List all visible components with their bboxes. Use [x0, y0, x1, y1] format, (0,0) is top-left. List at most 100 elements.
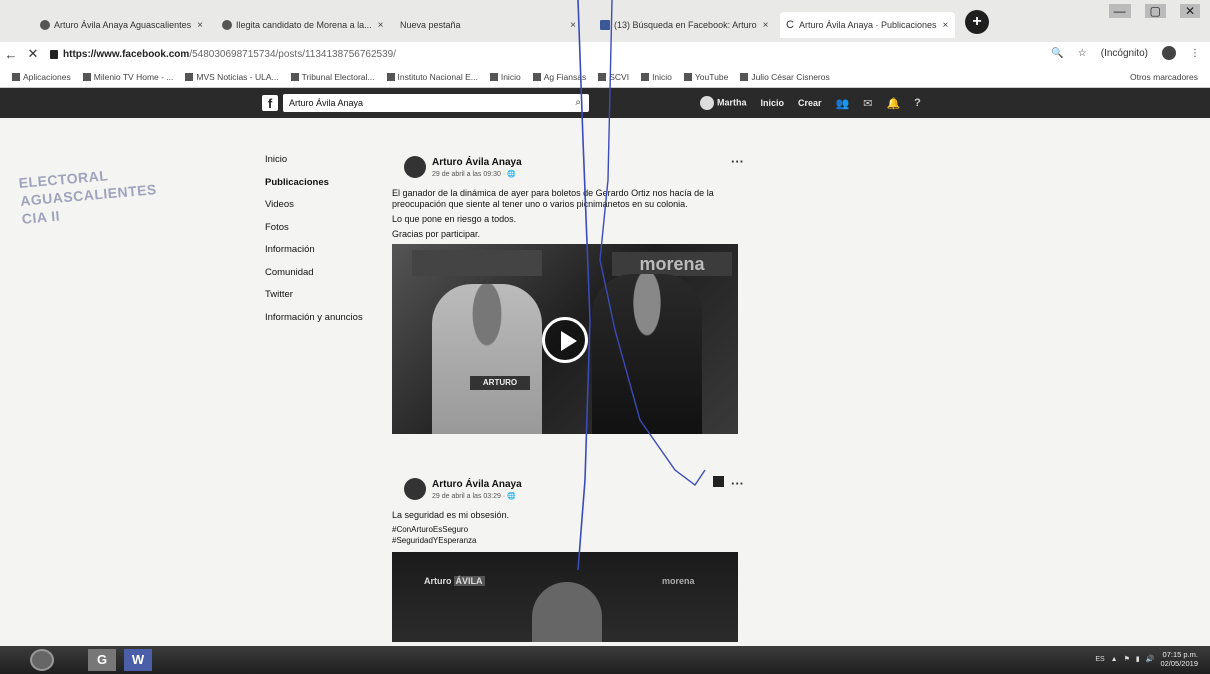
profile-label[interactable]: (Incógnito) — [1101, 48, 1148, 59]
more-options-icon[interactable]: ··· — [731, 154, 744, 169]
new-tab-button[interactable]: + — [965, 10, 989, 34]
bookmark-item[interactable]: YouTube — [683, 72, 728, 82]
post-video[interactable]: Arturo ÁVILA morena — [392, 552, 738, 642]
bookmark-item[interactable]: Instituto Nacional E... — [386, 72, 478, 82]
network-icon[interactable]: ▮ — [1136, 655, 1140, 663]
tray-arrow-icon[interactable]: ▲ — [1111, 656, 1118, 663]
maximize-button[interactable]: ▢ — [1144, 4, 1166, 18]
windows-taskbar: G W ES ▲ ⚑ ▮ 🔊 07:15 p.m. 02/05/2019 — [0, 646, 1210, 674]
bookmark-item[interactable]: SCVI — [598, 72, 629, 82]
facebook-logo-icon[interactable]: f — [262, 95, 278, 111]
menu-item-comunidad[interactable]: Comunidad — [265, 267, 395, 290]
bookmark-item[interactable]: Inicio — [489, 72, 521, 82]
close-tab-icon[interactable]: × — [943, 20, 949, 31]
avatar[interactable] — [404, 478, 426, 500]
video-badge-text: Arturo — [424, 576, 452, 586]
close-tab-icon[interactable]: × — [378, 20, 384, 31]
window-controls: — ▢ ✕ — [1108, 4, 1200, 18]
clock[interactable]: 07:15 p.m. 02/05/2019 — [1160, 650, 1198, 668]
browser-tab-strip: Arturo Ávila Anaya Aguascalientes × Ileg… — [0, 0, 1210, 42]
bookmark-item[interactable]: Milenio TV Home - ... — [82, 72, 173, 82]
friends-icon[interactable]: 👥 — [836, 97, 850, 110]
other-bookmarks[interactable]: Otros marcadores — [1130, 72, 1198, 82]
menu-item-fotos[interactable]: Fotos — [265, 222, 395, 245]
star-bookmark-icon[interactable]: ☆ — [1078, 48, 1087, 59]
close-tab-icon[interactable]: × — [570, 20, 576, 31]
shirt-label: ARTURO — [470, 376, 530, 390]
messenger-icon[interactable]: ✉ — [863, 97, 872, 110]
incognito-avatar-icon[interactable] — [1162, 46, 1176, 60]
bookmark-item[interactable]: Tribunal Electoral... — [290, 72, 375, 82]
more-options-icon[interactable]: ··· — [731, 476, 744, 491]
bookmark-favicon-icon — [489, 72, 498, 81]
electoral-stamp: ELECTORAL AGUASCALIENTES CIA II — [18, 162, 159, 228]
start-button[interactable] — [30, 649, 54, 671]
avatar[interactable] — [404, 156, 426, 178]
browser-tab[interactable]: Nueva pestaña × — [400, 12, 576, 38]
post-header: Arturo Ávila Anaya 29 de abril a las 09:… — [392, 154, 752, 188]
browser-tab[interactable]: (13) Búsqueda en Facebook: Arturo × — [600, 12, 770, 38]
chrome-taskbar-button[interactable]: G — [88, 649, 116, 671]
menu-kebab-icon[interactable]: ⋮ — [1190, 48, 1200, 59]
profile-link[interactable]: Martha — [700, 96, 747, 110]
menu-item-informacion-anuncios[interactable]: Información y anuncios — [265, 312, 395, 335]
word-taskbar-button[interactable]: W — [124, 649, 152, 671]
post-body: La seguridad es mi obsesión. #ConArturoE… — [392, 510, 752, 546]
search-icon[interactable]: ⌕ — [575, 94, 581, 112]
play-button-icon[interactable] — [542, 317, 588, 363]
browser-tab-active[interactable]: C Arturo Ávila Anaya · Publicaciones × — [780, 12, 955, 38]
post-video[interactable]: morena ARTURO — [392, 244, 738, 434]
stop-icon[interactable]: ✕ — [22, 46, 44, 62]
flag-icon[interactable]: ⚑ — [1124, 655, 1130, 663]
bookmarks-bar: Aplicaciones Milenio TV Home - ... MVS N… — [0, 66, 1210, 88]
help-icon[interactable]: ? — [914, 97, 921, 109]
video-sign-text: morena — [662, 576, 695, 586]
post-hashtag[interactable]: #ConArturoEsSeguro — [392, 524, 742, 535]
url-path: /548030698715734/posts/1134138756762539/ — [189, 48, 396, 60]
browser-tab[interactable]: Ilegita candidato de Morena a la... × — [222, 12, 394, 38]
close-tab-icon[interactable]: × — [763, 20, 769, 31]
video-person — [532, 582, 602, 642]
video-person — [592, 274, 702, 434]
post-author[interactable]: Arturo Ávila Anaya — [432, 479, 522, 490]
back-arrow-icon[interactable]: ← — [0, 47, 22, 62]
notifications-icon[interactable]: 🔔 — [886, 97, 900, 110]
menu-item-inicio[interactable]: Inicio — [265, 154, 395, 177]
menu-item-informacion[interactable]: Información — [265, 244, 395, 267]
volume-icon[interactable]: 🔊 — [1146, 655, 1155, 663]
bookmark-item[interactable]: Inicio — [641, 72, 672, 82]
browser-tab[interactable]: Arturo Ávila Anaya Aguascalientes × — [40, 12, 215, 38]
url-field[interactable]: https://www.facebook.com/548030698715734… — [63, 49, 396, 60]
lock-icon[interactable] — [50, 49, 58, 59]
bookmark-item[interactable]: Ag Fiansas — [532, 72, 586, 82]
post-author[interactable]: Arturo Ávila Anaya — [432, 157, 522, 168]
video-badge-tag: ÁVILA — [453, 576, 485, 586]
menu-item-publicaciones[interactable]: Publicaciones — [265, 177, 395, 200]
search-value: Arturo Ávila Anaya — [289, 98, 364, 108]
zoom-icon[interactable]: 🔍 — [1051, 48, 1063, 59]
home-link[interactable]: Inicio — [761, 98, 785, 108]
close-tab-icon[interactable]: × — [197, 20, 203, 31]
post-timestamp[interactable]: 29 de abril a las 03:29 · 🌐 — [432, 492, 516, 500]
bookmark-label: Aplicaciones — [23, 71, 71, 82]
bookmark-favicon-icon — [532, 72, 541, 81]
bookmark-item[interactable]: Aplicaciones — [12, 72, 71, 82]
menu-item-twitter[interactable]: Twitter — [265, 289, 395, 312]
post-timestamp[interactable]: 29 de abril a las 09:30 · 🌐 — [432, 170, 516, 178]
bookmark-label: MVS Noticias - ULA... — [196, 71, 279, 82]
language-icon[interactable]: ES — [1095, 656, 1104, 663]
close-window-button[interactable]: ✕ — [1179, 4, 1200, 18]
create-link[interactable]: Crear — [798, 98, 822, 108]
apps-grid-icon — [12, 72, 20, 81]
facebook-search-input[interactable]: Arturo Ávila Anaya ⌕ — [283, 94, 589, 112]
bookmark-item[interactable]: MVS Noticias - ULA... — [185, 71, 279, 82]
edit-icon[interactable] — [713, 476, 724, 487]
tab-label: Arturo Ávila Anaya · Publicaciones — [798, 20, 937, 30]
reload-glyph-icon: C — [786, 19, 794, 31]
post-hashtag[interactable]: #SeguridadYEsperanza — [392, 535, 742, 546]
menu-item-videos[interactable]: Videos — [265, 199, 395, 222]
bookmark-favicon-icon — [185, 72, 194, 81]
minimize-button[interactable]: — — [1108, 4, 1131, 18]
bookmark-item[interactable]: Julio César Cisneros — [740, 72, 830, 82]
bookmark-favicon-icon — [290, 72, 299, 81]
